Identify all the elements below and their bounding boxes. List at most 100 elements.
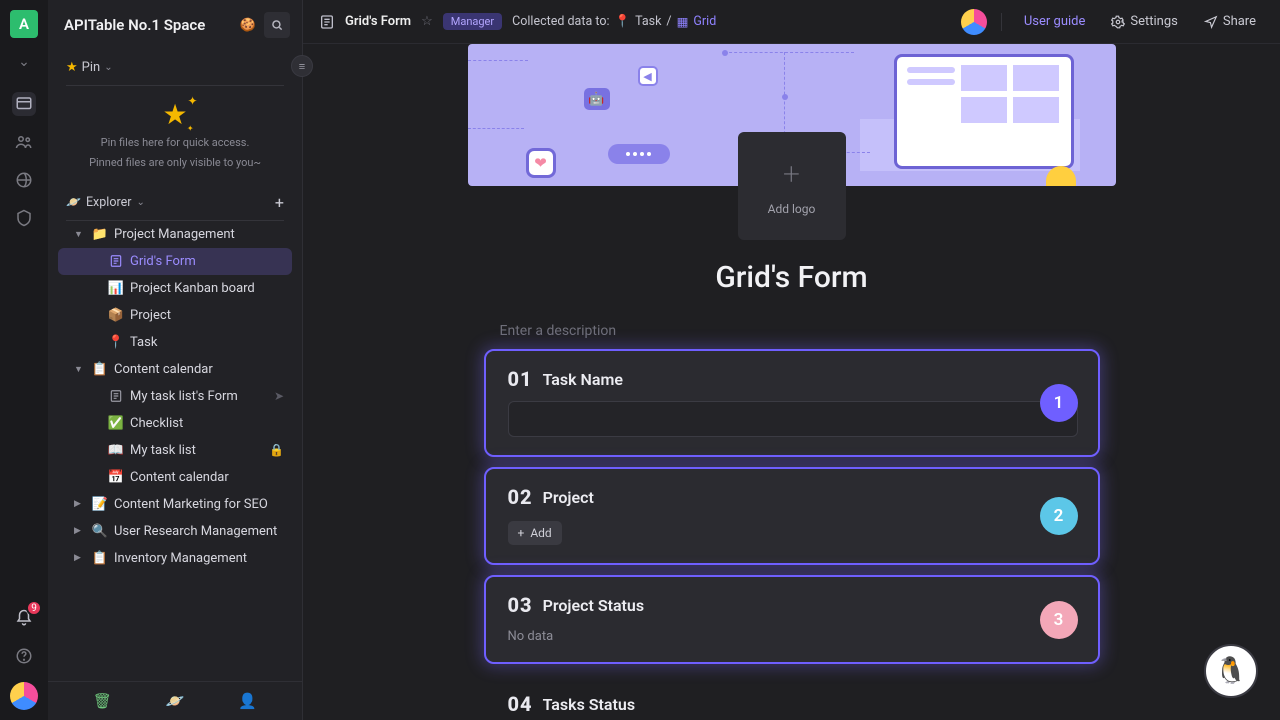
caret-right-icon[interactable]: ▶ (74, 499, 86, 509)
tree-label: Project (130, 308, 171, 323)
field-label: Task Name (543, 370, 623, 389)
planet-button[interactable]: 🪐 (166, 692, 185, 710)
tree-label: Grid's Form (130, 254, 196, 269)
lock-icon: 🔒 (269, 443, 284, 457)
trash-button[interactable]: 🗑 (93, 692, 112, 710)
help-icon[interactable] (12, 644, 36, 668)
notifications-icon[interactable]: 9 (12, 606, 36, 630)
pin-label: Pin (82, 60, 101, 75)
breadcrumb-task[interactable]: Task (635, 14, 661, 29)
box-icon: 📦 (108, 308, 124, 323)
sidebar-footer: 🗑 🪐 👤 (48, 681, 302, 720)
task-name-input[interactable] (508, 401, 1078, 437)
caret-right-icon[interactable]: ▶ (74, 553, 86, 563)
pin-section-toggle[interactable]: ★ Pin ⌄ (66, 56, 284, 79)
tree-label: Inventory Management (114, 551, 247, 566)
node-grids-form[interactable]: Grid's Form (58, 248, 292, 275)
caret-right-icon[interactable]: ▶ (74, 526, 86, 536)
caret-down-icon[interactable]: ▼ (74, 229, 86, 240)
star-large-icon: ★ ✦✦ (162, 98, 187, 131)
add-logo-label: Add logo (768, 202, 816, 216)
add-project-button[interactable]: + Add (508, 521, 562, 545)
tree-label: Content Marketing for SEO (114, 497, 268, 512)
caret-down-icon[interactable]: ▼ (74, 364, 86, 375)
nav-workbench-icon[interactable] (12, 92, 36, 116)
field-label: Project (543, 488, 594, 507)
pin-icon: 📍 (108, 335, 124, 350)
field-number: 03 (508, 593, 533, 617)
node-content-calendar[interactable]: 📅 Content calendar (58, 464, 292, 491)
explorer-label: Explorer (86, 195, 131, 210)
form-canvas[interactable]: ❤ 🤖 ◀ + Add logo Grid's Form Enter a des… (303, 44, 1280, 720)
magnifier-icon: 🔍 (92, 524, 108, 539)
add-node-button[interactable]: + (275, 193, 284, 212)
search-button[interactable] (264, 12, 290, 38)
tree-label: Project Management (114, 227, 235, 242)
notepad-icon: 📋 (92, 362, 108, 377)
folder-seo[interactable]: ▶ 📝 Content Marketing for SEO (58, 491, 292, 518)
folder-urm[interactable]: ▶ 🔍 User Research Management (58, 518, 292, 545)
node-task[interactable]: 📍 Task (58, 329, 292, 356)
form-title[interactable]: Grid's Form (468, 260, 1116, 295)
workspace-switcher-chevron[interactable]: ⌄ (18, 54, 30, 70)
send-icon[interactable]: ➤ (274, 389, 284, 403)
nav-template-icon[interactable] (12, 168, 36, 192)
explorer-tree: ▼ 📁 Project Management Grid's Form 📊 Pro… (48, 221, 302, 681)
space-header[interactable]: APITable No.1 Space 🍪 (48, 0, 302, 48)
brand-logo-icon[interactable] (10, 682, 38, 710)
tree-label: My task list's Form (130, 389, 238, 404)
field-number: 04 (508, 692, 533, 716)
page-title: Grid's Form (345, 14, 411, 29)
sidebar: APITable No.1 Space 🍪 ★ Pin ⌄ ★ ✦✦ Pin f… (48, 0, 303, 720)
node-kanban[interactable]: 📊 Project Kanban board (58, 275, 292, 302)
pin-hint-2: Pinned files are only visible to you~ (66, 155, 284, 171)
plus-icon: + (518, 526, 525, 540)
node-mytasklist[interactable]: 📖 My task list 🔒 (58, 437, 292, 464)
user-guide-link[interactable]: User guide (1016, 14, 1094, 29)
invite-button[interactable]: 👤 (238, 692, 257, 710)
pin-hint-1: Pin files here for quick access. (66, 135, 284, 151)
main-area: Grid's Form ☆ Manager Collected data to:… (303, 0, 1280, 720)
clipboard-icon: 📋 (92, 551, 108, 566)
heart-icon: ❤ (526, 148, 556, 178)
folder-project-management[interactable]: ▼ 📁 Project Management (58, 221, 292, 248)
left-rail: A ⌄ 9 (0, 0, 48, 720)
collapse-sidebar-button[interactable]: ≡ (291, 55, 313, 77)
field-task-name[interactable]: 01 Task Name 1 (484, 349, 1100, 457)
field-project-status[interactable]: 03 Project Status No data 3 (484, 575, 1100, 664)
form-description-placeholder[interactable]: Enter a description (500, 323, 1116, 339)
node-mytasklist-form[interactable]: My task list's Form ➤ (58, 383, 292, 410)
role-badge: Manager (443, 13, 502, 30)
field-project[interactable]: 02 Project + Add 2 (484, 467, 1100, 565)
settings-button[interactable]: Settings (1103, 14, 1185, 29)
tree-label: Checklist (130, 416, 183, 431)
breadcrumb-grid[interactable]: Grid (693, 14, 716, 29)
field-tasks-status[interactable]: 04 Tasks Status (484, 674, 1100, 718)
plus-icon: + (783, 157, 800, 192)
chevron-down-icon: ⌄ (104, 62, 112, 73)
chevron-down-icon: ⌄ (136, 197, 144, 208)
assistant-mascot[interactable]: 🐧 (1204, 644, 1258, 698)
topbar: Grid's Form ☆ Manager Collected data to:… (303, 0, 1280, 44)
workspace-avatar[interactable]: A (10, 10, 38, 38)
book-icon: 📖 (108, 443, 124, 458)
folder-content-calendar[interactable]: ▼ 📋 Content calendar (58, 356, 292, 383)
form-icon (108, 254, 124, 268)
nav-contacts-icon[interactable] (12, 130, 36, 154)
user-avatar[interactable] (961, 9, 987, 35)
collected-label: Collected data to: (512, 14, 609, 29)
folder-icon: 📁 (92, 227, 108, 242)
space-emoji: 🍪 (240, 18, 256, 33)
add-logo-button[interactable]: + Add logo (738, 132, 846, 240)
kanban-icon: 📊 (108, 281, 124, 296)
tree-label: Content calendar (114, 362, 213, 377)
explorer-header[interactable]: 🪐 Explorer ⌄ + (48, 185, 302, 220)
tree-label: Content calendar (130, 470, 229, 485)
node-checklist[interactable]: ✅ Checklist (58, 410, 292, 437)
node-project[interactable]: 📦 Project (58, 302, 292, 329)
nav-settings-icon[interactable] (12, 206, 36, 230)
favorite-button[interactable]: ☆ (421, 14, 433, 29)
share-button[interactable]: Share (1196, 14, 1264, 29)
step-bubble-3: 3 (1040, 601, 1078, 639)
folder-inventory[interactable]: ▶ 📋 Inventory Management (58, 545, 292, 572)
